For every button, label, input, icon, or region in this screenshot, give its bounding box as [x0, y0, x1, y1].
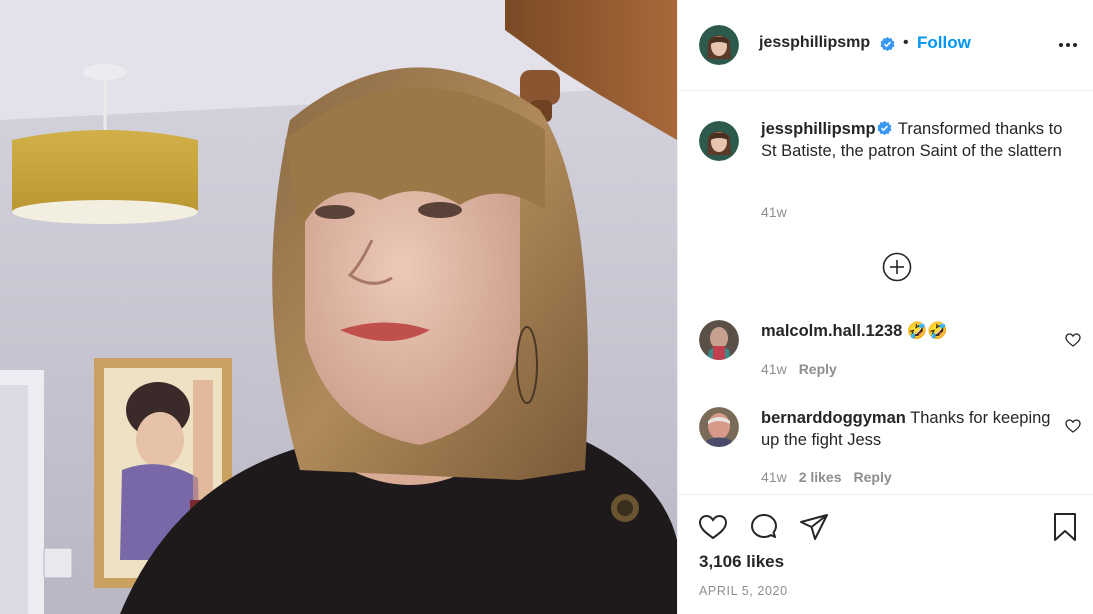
author-avatar[interactable] — [699, 25, 739, 65]
like-comment-heart-icon[interactable] — [1065, 419, 1081, 433]
caption-username[interactable]: jessphillipsmp — [761, 120, 876, 138]
caption-text-block: jessphillipsmp Transformed thanks to St … — [761, 118, 1079, 162]
comment-meta: 41w Reply — [761, 361, 849, 377]
likes-count[interactable]: 3,106 likes — [699, 552, 784, 572]
post-photo[interactable] — [0, 0, 677, 614]
heart-icon[interactable] — [697, 511, 729, 543]
like-comment-heart-icon[interactable] — [1065, 333, 1081, 347]
caption-timestamp[interactable]: 41w — [761, 204, 787, 220]
comment-text-block: malcolm.hall.1238 🤣🤣 — [761, 320, 1051, 342]
comment-timestamp[interactable]: 41w — [761, 361, 787, 377]
commenter-avatar[interactable] — [699, 407, 739, 447]
comment-text-block: bernarddoggyman Thanks for keeping up th… — [761, 407, 1051, 451]
post-side-panel: jessphillipsmp • Follow jessphillipsmp T… — [677, 0, 1093, 614]
post-date[interactable]: APRIL 5, 2020 — [699, 584, 788, 598]
reply-button[interactable]: Reply — [799, 361, 837, 377]
post-actions: 3,106 likes APRIL 5, 2020 — [678, 494, 1093, 614]
caption-avatar[interactable] — [699, 121, 739, 161]
post-header: jessphillipsmp • Follow — [678, 0, 1093, 91]
verified-badge-icon — [877, 121, 892, 136]
comment-timestamp[interactable]: 41w — [761, 469, 787, 485]
selfie-photo — [0, 0, 677, 614]
reply-button[interactable]: Reply — [854, 469, 892, 485]
commenter-avatar[interactable] — [699, 320, 739, 360]
follow-button[interactable]: Follow — [917, 33, 971, 53]
more-options-icon[interactable] — [1057, 36, 1079, 54]
comment-meta: 41w 2 likes Reply — [761, 469, 904, 485]
comment-body: 🤣🤣 — [906, 322, 948, 340]
comment-icon[interactable] — [748, 511, 780, 543]
header-separator: • — [903, 34, 909, 51]
verified-badge-icon — [880, 37, 895, 52]
author-username[interactable]: jessphillipsmp — [759, 34, 870, 52]
share-icon[interactable] — [798, 511, 830, 543]
comment-username[interactable]: malcolm.hall.1238 — [761, 322, 902, 340]
comment-likes-count[interactable]: 2 likes — [799, 469, 842, 485]
plus-circle-icon[interactable] — [882, 252, 912, 282]
bookmark-icon[interactable] — [1049, 511, 1081, 543]
comment-username[interactable]: bernarddoggyman — [761, 409, 906, 427]
